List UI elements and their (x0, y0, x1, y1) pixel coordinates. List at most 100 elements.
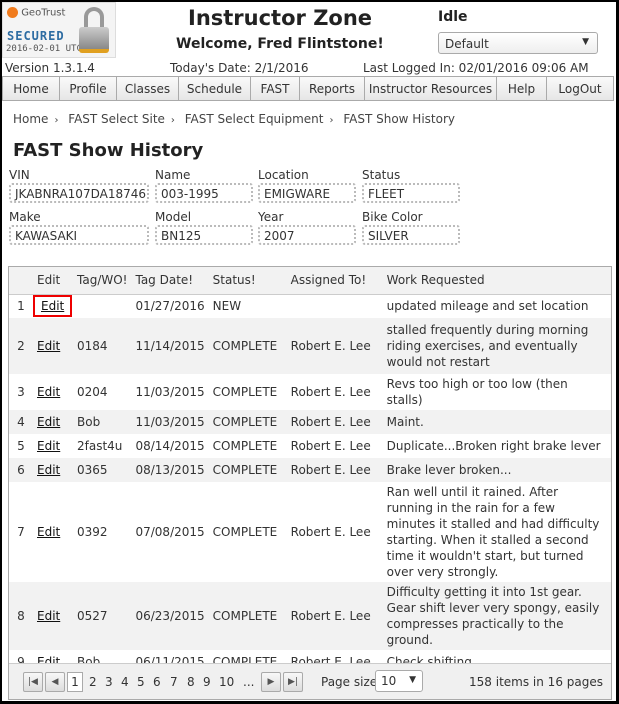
prev-page-button[interactable]: ◀ (45, 672, 65, 692)
first-page-button[interactable]: |◀ (23, 672, 43, 692)
cell-status: NEW (212, 299, 242, 314)
nav-reports[interactable]: Reports (300, 77, 365, 100)
table-row: 2 Edit 0184 11/14/2015 COMPLETE Robert E. Lee… (9, 318, 611, 374)
breadcrumb-home[interactable]: Home (13, 112, 48, 126)
cell-edit: Edit (33, 318, 73, 374)
page-link[interactable]: 8 (187, 675, 195, 689)
current-page[interactable]: 1 (67, 672, 83, 692)
last-page-button[interactable]: ▶| (283, 672, 303, 692)
page-size-value: 10 (381, 674, 397, 688)
location-label: Location (258, 168, 309, 182)
nav-instructor-resources[interactable]: Instructor Resources (365, 77, 497, 100)
theme-select[interactable]: Default ▼ (438, 32, 598, 54)
cell-assigned: Robert E. Lee (286, 458, 383, 482)
secured-text: SECURED (7, 29, 65, 43)
column-header[interactable]: Tag/WO! (73, 267, 132, 295)
model-field: Model BN125 (155, 210, 253, 245)
edit-link[interactable]: Edit (37, 609, 60, 623)
cell-date: 08/14/2015 (135, 439, 205, 453)
cell-edit: Edit (33, 374, 73, 410)
nav-help[interactable]: Help (497, 77, 547, 100)
next-page-button[interactable]: ▶ (261, 672, 281, 692)
page-link[interactable]: ... (243, 675, 254, 689)
cell-date: 01/27/2016 (135, 299, 205, 314)
cell-tag: 0527 (73, 582, 132, 650)
breadcrumb-fast-select-site[interactable]: FAST Select Site (68, 112, 165, 126)
location-field: Location EMIGWARE (258, 168, 356, 203)
page-title: FAST Show History (13, 140, 204, 161)
brand-text: GeoTrust (21, 7, 66, 19)
cell-work: Revs too high or too low (then stalls) (386, 377, 568, 407)
edit-link[interactable]: Edit (37, 439, 60, 453)
name-field: Name 003-1995 (155, 168, 253, 203)
column-header[interactable]: Tag Date! (131, 267, 209, 295)
cell-work: stalled frequently during morning riding… (382, 318, 611, 374)
column-header[interactable]: Assigned To! (286, 267, 383, 295)
table-row: 7 Edit 0392 07/08/2015 COMPLETE Robert E. Lee… (9, 482, 611, 582)
bike-color-field: Bike Color SILVER (362, 210, 460, 245)
column-header (9, 267, 33, 295)
edit-link[interactable]: Edit (37, 339, 60, 353)
cell-edit: Edit (33, 410, 73, 434)
cell-date: 11/14/2015 (131, 318, 209, 374)
nav-profile[interactable]: Profile (60, 77, 117, 100)
cell-tag: 0365 (73, 458, 132, 482)
cell-work: updated mileage and set location (386, 299, 589, 314)
edit-link[interactable]: Edit (32, 295, 73, 318)
page-link[interactable]: 6 (153, 675, 161, 689)
edit-link[interactable]: Edit (37, 415, 60, 429)
cell-status: COMPLETE (212, 525, 278, 539)
edit-link[interactable]: Edit (37, 463, 60, 477)
table-row: 5 Edit 2fast4u 08/14/2015 COMPLETE Robert E. … (9, 434, 611, 458)
make-value: KAWASAKI (9, 225, 149, 245)
page-link[interactable]: 10 (219, 675, 234, 689)
cell-tag: 0204 (77, 385, 108, 399)
page-size-select[interactable]: 10 ▼ (375, 670, 423, 692)
status-field: Status FLEET (362, 168, 460, 203)
page-link[interactable]: 4 (121, 675, 129, 689)
chevron-right-icon: › (54, 115, 59, 126)
cell-assigned (287, 294, 383, 318)
table-row: 8 Edit 0527 06/23/2015 COMPLETE Robert E. Lee… (9, 582, 611, 650)
edit-link[interactable]: Edit (37, 525, 60, 539)
chevron-down-icon: ▼ (409, 675, 416, 685)
cell-assigned: Robert E. Lee (290, 525, 371, 539)
last-logged-in: Last Logged In: 02/01/2016 09:06 AM (363, 61, 589, 75)
page-size-label: Page size: (321, 675, 382, 689)
edit-link[interactable]: Edit (37, 385, 60, 399)
page: GeoTrust SECURED 2016-02-01 UTC Instruct… (2, 2, 616, 701)
year-label: Year (258, 210, 284, 224)
nav-home[interactable]: Home (3, 77, 60, 100)
page-link[interactable]: 7 (170, 675, 178, 689)
page-link[interactable]: 5 (137, 675, 145, 689)
cell-status: COMPLETE (208, 318, 287, 374)
nav-classes[interactable]: Classes (117, 77, 179, 100)
geotrust-brand: GeoTrust (7, 7, 65, 19)
vin-value: JKABNRA107DA18746 (9, 183, 149, 203)
breadcrumb-fast-select-equipment[interactable]: FAST Select Equipment (185, 112, 324, 126)
geotrust-secured-seal[interactable]: GeoTrust SECURED 2016-02-01 UTC (2, 2, 116, 58)
cell-n: 8 (9, 582, 33, 650)
page-link[interactable]: 2 (89, 675, 97, 689)
page-link[interactable]: 9 (203, 675, 211, 689)
cell-assigned: Robert E. Lee (290, 385, 371, 399)
page-link[interactable]: 3 (105, 675, 113, 689)
table-row: 6 Edit 0365 08/13/2015 COMPLETE Robert E. Lee… (9, 458, 611, 482)
status-label: Idle (438, 9, 468, 25)
cell-date: 06/23/2015 (131, 582, 209, 650)
nav-schedule[interactable]: Schedule (179, 77, 251, 100)
status-value: FLEET (362, 183, 460, 203)
cell-date: 11/03/2015 (135, 385, 205, 399)
cell-edit: Edit (33, 458, 73, 482)
column-header: Edit (33, 267, 73, 295)
cell-assigned: Robert E. Lee (286, 410, 383, 434)
welcome-message: Welcome, Fred Flintstone! (176, 36, 384, 52)
app-title: Instructor Zone (188, 6, 373, 30)
nav-fast[interactable]: FAST (251, 77, 300, 100)
cell-edit: Edit (33, 482, 73, 582)
year-value: 2007 (258, 225, 356, 245)
column-header[interactable]: Status! (208, 267, 287, 295)
make-label: Make (9, 210, 41, 224)
nav-logout[interactable]: LogOut (547, 77, 613, 100)
breadcrumb-current: FAST Show History (343, 112, 455, 126)
